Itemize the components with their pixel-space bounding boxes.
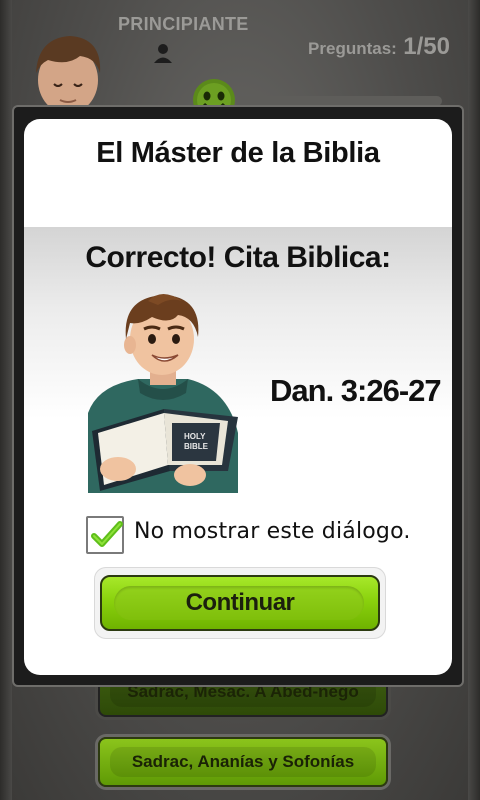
do-not-show-checkbox[interactable]	[86, 516, 124, 554]
boy-reading-bible-illustration: HOLY BIBLE	[88, 294, 238, 493]
questions-counter: Preguntas: 1/50	[308, 33, 450, 61]
answer-label: Sadrac, Ananías y Sofonías	[131, 752, 355, 771]
checkmark-icon	[91, 521, 123, 547]
level-label: PRINCIPIANTE	[118, 14, 249, 34]
result-dialog: El Máster de la Biblia Correcto! Cita Bi…	[14, 107, 462, 685]
questions-value: 1/50	[403, 33, 450, 60]
dialog-title: El Máster de la Biblia	[96, 137, 380, 169]
left-frame	[0, 0, 12, 800]
do-not-show-label[interactable]: No mostrar este diálogo.	[134, 519, 411, 544]
continue-button[interactable]: Continuar	[100, 575, 380, 631]
dialog-body: El Máster de la Biblia Correcto! Cita Bi…	[24, 119, 452, 675]
continue-button-frame: Continuar	[94, 567, 386, 639]
right-frame	[468, 0, 480, 800]
svg-text:HOLY: HOLY	[184, 432, 206, 441]
svg-text:BIBLE: BIBLE	[184, 442, 209, 451]
answer-button-2[interactable]: Sadrac, Ananías y Sofonías	[98, 737, 388, 787]
bible-citation: Dan. 3:26-27	[270, 373, 442, 408]
continue-label: Continuar	[185, 589, 295, 616]
questions-label: Preguntas:	[308, 39, 397, 58]
result-heading: Correcto! Cita Biblica:	[85, 241, 391, 274]
progress-bar	[236, 96, 442, 106]
user-icon	[154, 44, 172, 63]
